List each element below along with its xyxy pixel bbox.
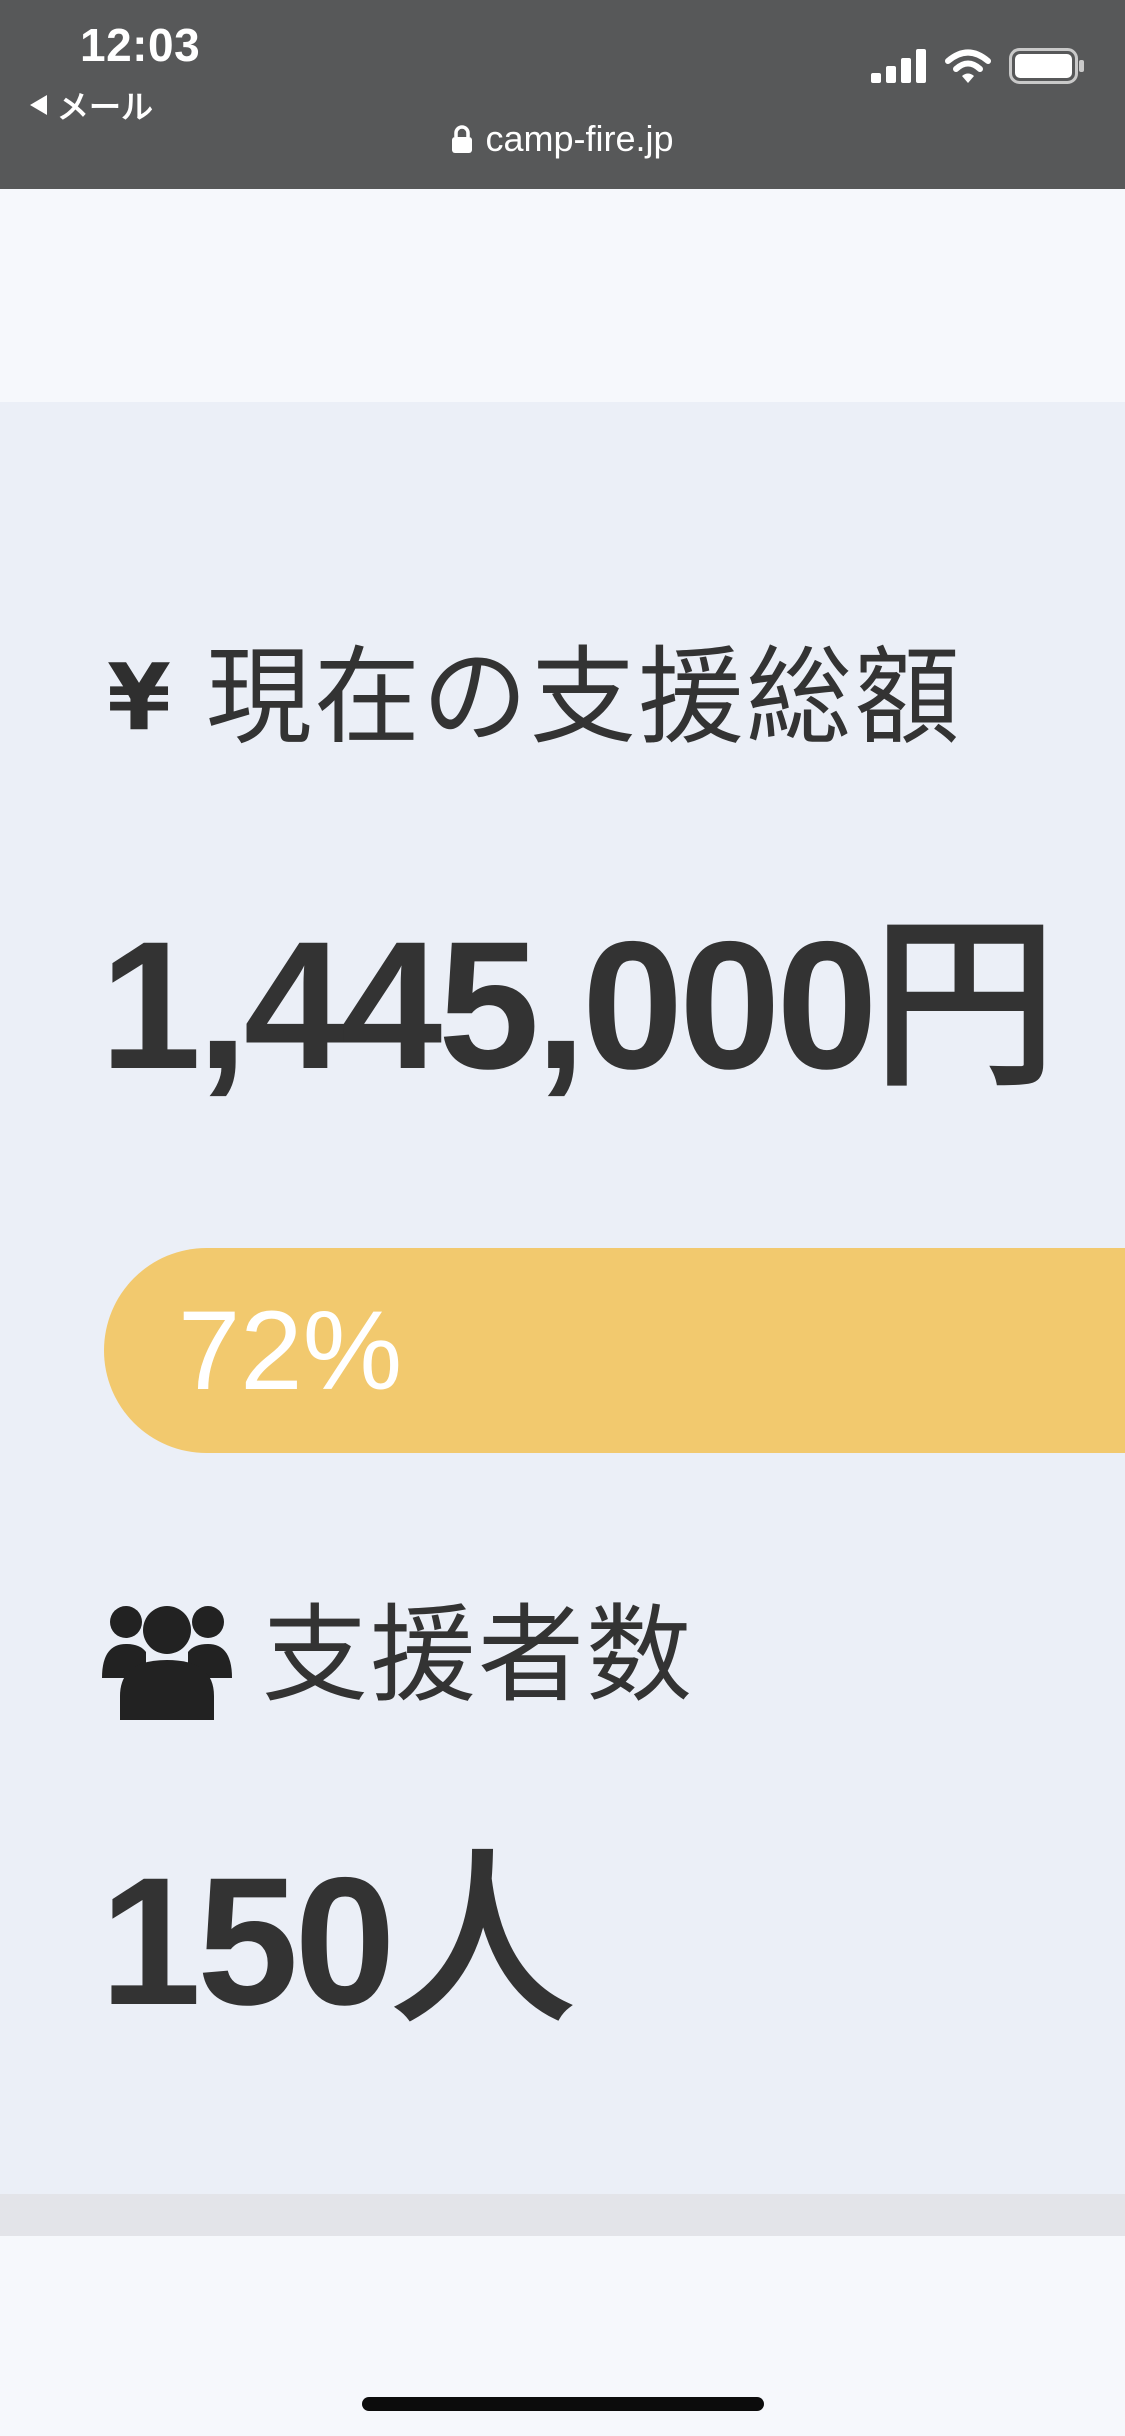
funding-total-amount: 1,445,000円: [100, 903, 1056, 1107]
funding-total-title: 現在の支援総額: [206, 636, 962, 759]
users-icon: [102, 1606, 232, 1720]
battery-icon: [1009, 48, 1084, 84]
yen-icon: ¥: [106, 644, 171, 752]
backers-heading: 支援者数: [100, 1592, 694, 1720]
page-header-area: [0, 189, 1125, 402]
browser-chrome: 12:03 メール camp-fire.jp: [0, 0, 1125, 189]
section-divider: [0, 2194, 1125, 2236]
url-bar[interactable]: camp-fire.jp: [0, 118, 1125, 160]
backers-count: 150人: [100, 1839, 574, 2043]
url-text: camp-fire.jp: [485, 118, 674, 159]
funding-progress-label: 72%: [178, 1288, 403, 1413]
status-time: 12:03: [80, 19, 201, 71]
lock-icon: [452, 125, 473, 153]
home-indicator[interactable]: [362, 2397, 764, 2411]
cellular-signal-icon: [871, 49, 926, 83]
funding-progress-bar: 72%: [104, 1248, 1125, 1453]
funding-total-heading: ¥ 現在の支援総額: [100, 636, 962, 759]
wifi-icon: [945, 49, 991, 83]
status-icons: [871, 48, 1085, 84]
page: 12:03 メール camp-fire.jp ¥ 現在の支援総額 1,445,0…: [0, 0, 1125, 2436]
back-arrow-icon: [30, 95, 47, 115]
backers-title: 支援者数: [262, 1593, 694, 1717]
funding-stats-panel: ¥ 現在の支援総額 1,445,000円 72% 支援者数 150人: [0, 402, 1125, 2194]
